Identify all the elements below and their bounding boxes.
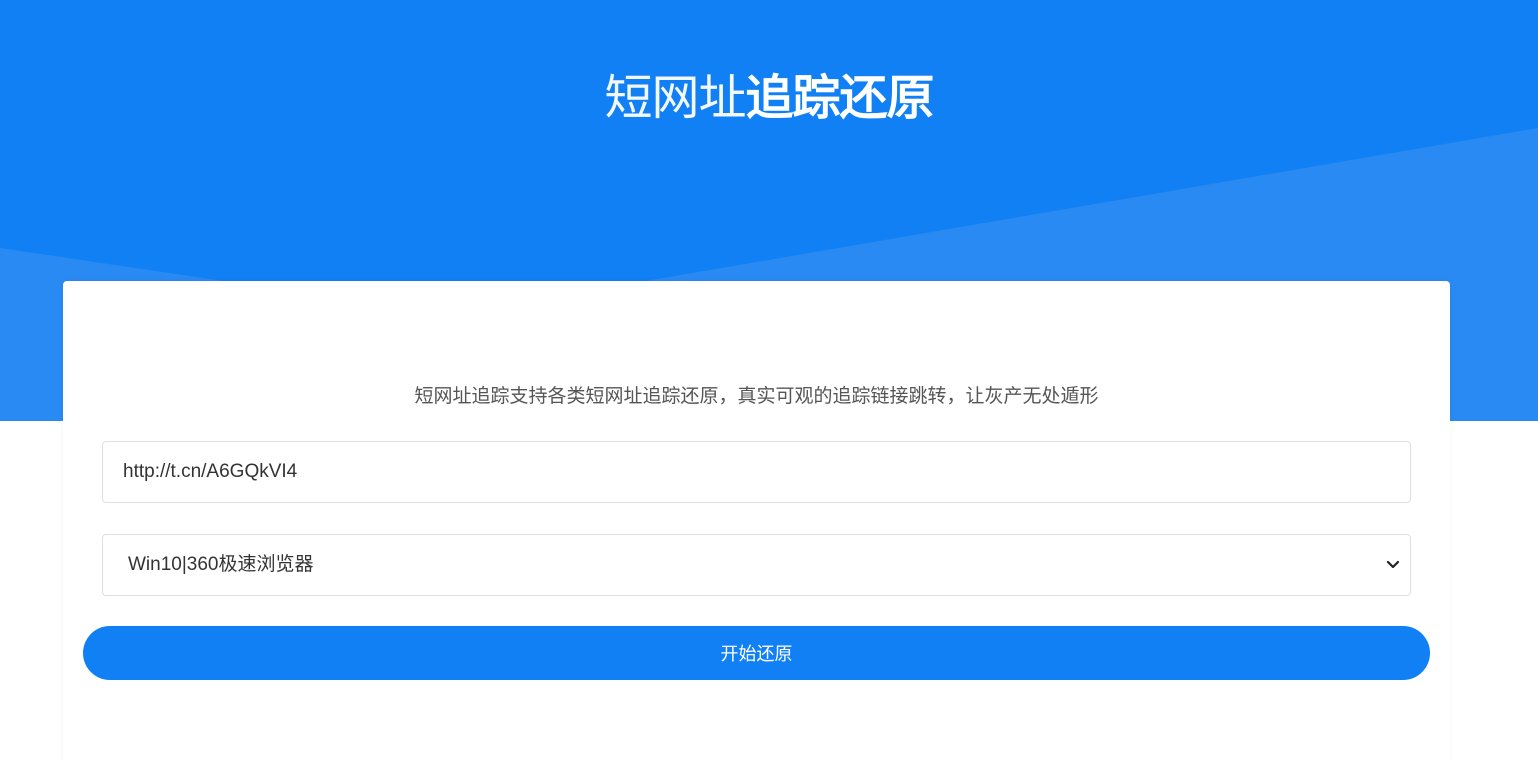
page-title-light: 短网址: [604, 70, 746, 126]
page-title: 短网址追踪还原: [0, 66, 1538, 130]
short-url-input[interactable]: [102, 441, 1411, 503]
tagline: 短网址追踪支持各类短网址追踪还原，真实可观的追踪链接跳转，让灰产无处遁形: [414, 385, 1099, 407]
browser-select[interactable]: Win10|360极速浏览器: [102, 534, 1411, 596]
page-title-bold: 追踪还原: [745, 70, 935, 126]
start-restore-button[interactable]: 开始还原: [83, 626, 1430, 680]
restore-form-card: 短网址追踪支持各类短网址追踪还原，真实可观的追踪链接跳转，让灰产无处遁形 Win…: [63, 281, 1450, 760]
